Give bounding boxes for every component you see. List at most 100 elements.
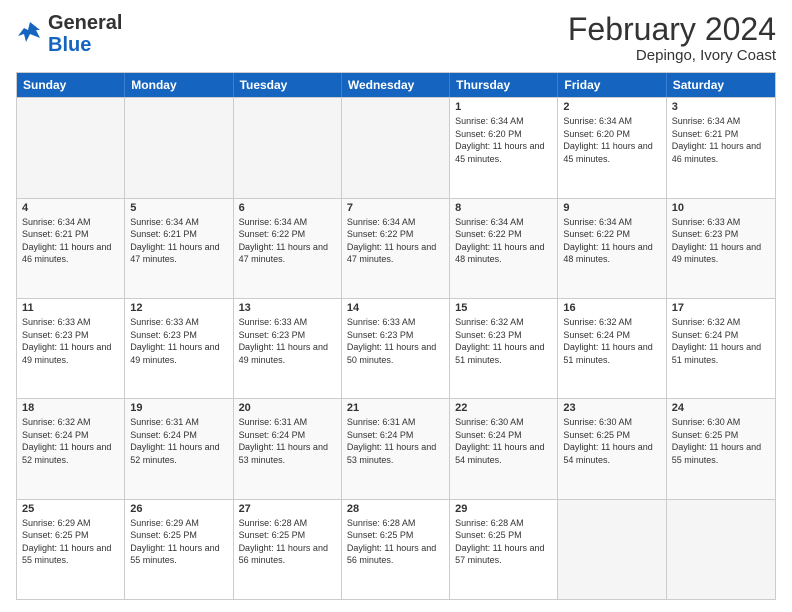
day-info: Sunrise: 6:29 AMSunset: 6:25 PMDaylight:… <box>130 517 227 567</box>
day-info: Sunrise: 6:33 AMSunset: 6:23 PMDaylight:… <box>347 316 444 366</box>
cal-cell: 26 Sunrise: 6:29 AMSunset: 6:25 PMDayligh… <box>125 500 233 599</box>
day-number: 11 <box>22 302 119 314</box>
day-number: 19 <box>130 402 227 414</box>
day-number: 9 <box>563 202 660 214</box>
day-info: Sunrise: 6:33 AMSunset: 6:23 PMDaylight:… <box>130 316 227 366</box>
cal-cell: 28 Sunrise: 6:28 AMSunset: 6:25 PMDayligh… <box>342 500 450 599</box>
day-number: 29 <box>455 503 552 515</box>
day-info: Sunrise: 6:32 AMSunset: 6:23 PMDaylight:… <box>455 316 552 366</box>
cal-cell: 27 Sunrise: 6:28 AMSunset: 6:25 PMDayligh… <box>234 500 342 599</box>
day-info: Sunrise: 6:30 AMSunset: 6:25 PMDaylight:… <box>563 416 660 466</box>
cal-header-tuesday: Tuesday <box>234 73 342 97</box>
cal-cell: 13 Sunrise: 6:33 AMSunset: 6:23 PMDayligh… <box>234 299 342 398</box>
cal-row: 18Sunrise: 6:32 AMSunset: 6:24 PMDayligh… <box>17 398 775 498</box>
cal-cell: 19 Sunrise: 6:31 AMSunset: 6:24 PMDayligh… <box>125 399 233 498</box>
day-info: Sunrise: 6:32 AMSunset: 6:24 PMDaylight:… <box>563 316 660 366</box>
cal-cell: 29Sunrise: 6:28 AMSunset: 6:25 PMDayligh… <box>450 500 558 599</box>
cal-cell: 25 Sunrise: 6:29 AMSunset: 6:25 PMDayligh… <box>17 500 125 599</box>
cal-row: 25 Sunrise: 6:29 AMSunset: 6:25 PMDayligh… <box>17 499 775 599</box>
cal-cell: 12 Sunrise: 6:33 AMSunset: 6:23 PMDayligh… <box>125 299 233 398</box>
day-info: Sunrise: 6:34 AMSunset: 6:22 PMDaylight:… <box>347 216 444 266</box>
cal-cell: 24Sunrise: 6:30 AMSunset: 6:25 PMDayligh… <box>667 399 775 498</box>
day-number: 3 <box>672 101 770 113</box>
day-info: Sunrise: 6:33 AMSunset: 6:23 PMDaylight:… <box>672 216 770 266</box>
day-info: Sunrise: 6:30 AMSunset: 6:24 PMDaylight:… <box>455 416 552 466</box>
day-info: Sunrise: 6:34 AMSunset: 6:20 PMDaylight:… <box>455 115 552 165</box>
day-info: Sunrise: 6:33 AMSunset: 6:23 PMDaylight:… <box>22 316 119 366</box>
day-number: 24 <box>672 402 770 414</box>
day-info: Sunrise: 6:29 AMSunset: 6:25 PMDaylight:… <box>22 517 119 567</box>
cal-cell: 18Sunrise: 6:32 AMSunset: 6:24 PMDayligh… <box>17 399 125 498</box>
cal-header-saturday: Saturday <box>667 73 775 97</box>
day-number: 25 <box>22 503 119 515</box>
cal-cell: 22 Sunrise: 6:30 AMSunset: 6:24 PMDayligh… <box>450 399 558 498</box>
calendar: SundayMondayTuesdayWednesdayThursdayFrid… <box>16 72 776 600</box>
day-number: 23 <box>563 402 660 414</box>
day-number: 12 <box>130 302 227 314</box>
cal-cell: 17Sunrise: 6:32 AMSunset: 6:24 PMDayligh… <box>667 299 775 398</box>
day-number: 8 <box>455 202 552 214</box>
day-info: Sunrise: 6:32 AMSunset: 6:24 PMDaylight:… <box>672 316 770 366</box>
cal-cell <box>667 500 775 599</box>
day-number: 6 <box>239 202 336 214</box>
day-info: Sunrise: 6:31 AMSunset: 6:24 PMDaylight:… <box>130 416 227 466</box>
cal-header-thursday: Thursday <box>450 73 558 97</box>
cal-cell: 4Sunrise: 6:34 AMSunset: 6:21 PMDaylight… <box>17 199 125 298</box>
cal-header-friday: Friday <box>558 73 666 97</box>
cal-cell: 14 Sunrise: 6:33 AMSunset: 6:23 PMDayligh… <box>342 299 450 398</box>
day-info: Sunrise: 6:34 AMSunset: 6:22 PMDaylight:… <box>239 216 336 266</box>
cal-header-sunday: Sunday <box>17 73 125 97</box>
cal-cell <box>558 500 666 599</box>
day-number: 5 <box>130 202 227 214</box>
day-info: Sunrise: 6:34 AMSunset: 6:22 PMDaylight:… <box>563 216 660 266</box>
cal-cell: 9 Sunrise: 6:34 AMSunset: 6:22 PMDaylight… <box>558 199 666 298</box>
day-info: Sunrise: 6:31 AMSunset: 6:24 PMDaylight:… <box>239 416 336 466</box>
day-number: 10 <box>672 202 770 214</box>
cal-cell <box>125 98 233 197</box>
cal-cell: 16 Sunrise: 6:32 AMSunset: 6:24 PMDayligh… <box>558 299 666 398</box>
cal-cell <box>17 98 125 197</box>
day-number: 13 <box>239 302 336 314</box>
page: General Blue February 2024 Depingo, Ivor… <box>0 0 792 612</box>
logo: General Blue <box>16 12 122 56</box>
day-number: 14 <box>347 302 444 314</box>
day-number: 26 <box>130 503 227 515</box>
cal-cell: 8Sunrise: 6:34 AMSunset: 6:22 PMDaylight… <box>450 199 558 298</box>
day-info: Sunrise: 6:34 AMSunset: 6:20 PMDaylight:… <box>563 115 660 165</box>
day-info: Sunrise: 6:32 AMSunset: 6:24 PMDaylight:… <box>22 416 119 466</box>
day-number: 21 <box>347 402 444 414</box>
title-block: February 2024 Depingo, Ivory Coast <box>568 12 776 64</box>
logo-general: General <box>48 12 122 34</box>
day-info: Sunrise: 6:31 AMSunset: 6:24 PMDaylight:… <box>347 416 444 466</box>
cal-cell <box>234 98 342 197</box>
logo-text: General Blue <box>48 12 122 56</box>
cal-cell: 6 Sunrise: 6:34 AMSunset: 6:22 PMDaylight… <box>234 199 342 298</box>
day-number: 4 <box>22 202 119 214</box>
cal-cell: 3 Sunrise: 6:34 AMSunset: 6:21 PMDaylight… <box>667 98 775 197</box>
cal-cell: 21 Sunrise: 6:31 AMSunset: 6:24 PMDayligh… <box>342 399 450 498</box>
day-info: Sunrise: 6:33 AMSunset: 6:23 PMDaylight:… <box>239 316 336 366</box>
day-info: Sunrise: 6:34 AMSunset: 6:21 PMDaylight:… <box>130 216 227 266</box>
day-number: 27 <box>239 503 336 515</box>
logo-blue: Blue <box>48 34 122 56</box>
cal-cell: 2 Sunrise: 6:34 AMSunset: 6:20 PMDaylight… <box>558 98 666 197</box>
cal-cell <box>342 98 450 197</box>
day-number: 20 <box>239 402 336 414</box>
location: Depingo, Ivory Coast <box>568 47 776 64</box>
day-info: Sunrise: 6:34 AMSunset: 6:21 PMDaylight:… <box>672 115 770 165</box>
day-number: 2 <box>563 101 660 113</box>
calendar-header-row: SundayMondayTuesdayWednesdayThursdayFrid… <box>17 73 775 97</box>
cal-cell: 7Sunrise: 6:34 AMSunset: 6:22 PMDaylight… <box>342 199 450 298</box>
cal-cell: 23 Sunrise: 6:30 AMSunset: 6:25 PMDayligh… <box>558 399 666 498</box>
cal-cell: 11 Sunrise: 6:33 AMSunset: 6:23 PMDayligh… <box>17 299 125 398</box>
day-info: Sunrise: 6:28 AMSunset: 6:25 PMDaylight:… <box>347 517 444 567</box>
day-number: 28 <box>347 503 444 515</box>
header: General Blue February 2024 Depingo, Ivor… <box>16 12 776 64</box>
cal-header-wednesday: Wednesday <box>342 73 450 97</box>
day-number: 16 <box>563 302 660 314</box>
cal-cell: 5 Sunrise: 6:34 AMSunset: 6:21 PMDaylight… <box>125 199 233 298</box>
day-info: Sunrise: 6:28 AMSunset: 6:25 PMDaylight:… <box>239 517 336 567</box>
day-number: 22 <box>455 402 552 414</box>
cal-header-monday: Monday <box>125 73 233 97</box>
day-number: 15 <box>455 302 552 314</box>
